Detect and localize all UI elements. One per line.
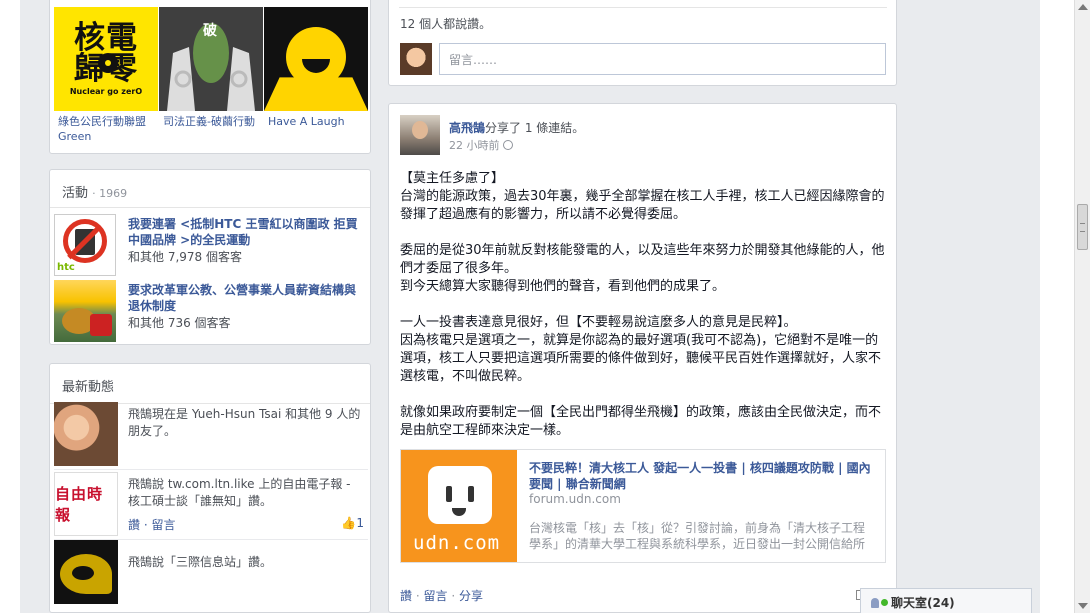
scroll-up-icon[interactable] [1078, 4, 1088, 10]
laugh-logo [264, 7, 368, 111]
event-row[interactable]: htc 我要連署 <抵制HTC 王雪紅以商圍政 拒買中國品牌 >的全民運動 和其… [54, 214, 366, 276]
svg-text:破: 破 [203, 22, 217, 39]
logo-subtext: Nuclear go zerO [69, 86, 143, 96]
page-label[interactable]: 綠色公民行動聯盟Green [54, 111, 158, 144]
post-paragraph: 一人一投書表達意見很好，但【不要輕易說這麼多人的意見是民粹】。 因為核電只是選項… [400, 315, 882, 384]
author-avatar[interactable] [400, 115, 440, 155]
event-title[interactable]: 我要連署 <抵制HTC 王雪紅以商圍政 拒買中國品牌 >的全民運動 [128, 216, 364, 248]
link-title[interactable]: 不要民粹！清大核工人 發起一人一投書 | 核四議題攻防戰 | 國內要聞 | 聯合… [529, 460, 873, 492]
ban-icon [63, 219, 107, 263]
post-verb: 分享了 1 條連結。 [485, 121, 585, 135]
event-sub: 和其他 736 個客客 [128, 316, 231, 330]
post-actions: 讚 · 留言 · 分享 [400, 589, 483, 603]
radiation-icon [98, 53, 118, 73]
friend-photo[interactable] [54, 402, 118, 466]
pension-reform-image [54, 280, 116, 342]
likes-summary[interactable]: 12 個人都說讚。 [400, 15, 491, 32]
like-button[interactable]: 讚 [400, 589, 412, 603]
online-dot-icon [881, 599, 888, 606]
activity-item[interactable]: 飛鵠說「三際信息站」讚。 [54, 540, 368, 612]
page-tile-green-citizens[interactable]: 核電 歸零 Nuclear go zerO 綠色公民行動聯盟Green [54, 7, 158, 144]
comment-input[interactable]: 留言…… [439, 43, 886, 75]
nuclear-zero-logo: 核電 歸零 Nuclear go zerO [54, 7, 158, 111]
avatar[interactable] [400, 43, 432, 75]
info-station-logo[interactable] [54, 540, 118, 604]
page-label[interactable]: Have A Laugh [264, 111, 368, 129]
globe-icon[interactable] [502, 140, 513, 150]
page-tile-justice[interactable]: 破 司法正義-破繭行動 [159, 7, 263, 129]
comment-button[interactable]: 留言 [423, 589, 447, 603]
thumbs-up-icon: 👍 [341, 516, 357, 530]
chat-bar[interactable]: 聊天室(24) [860, 588, 1032, 613]
scroll-thumb[interactable] [1077, 204, 1088, 250]
comment-placeholder: 留言…… [449, 53, 498, 67]
udn-logo-text: udn.com [413, 532, 501, 554]
events-header: 活動 · 1969 [50, 170, 370, 208]
udn-thumbnail[interactable]: udn.com [401, 450, 517, 562]
post-text: 【莫主任多慮了】 台灣的能源政策，過去30年裏，幾乎全部掌握在核工人手裡，核工人… [400, 170, 888, 458]
post-header: 高飛鵠分享了 1 條連結。 22 小時前 [449, 120, 584, 154]
activity-item[interactable]: 自由時報 飛鵠說 tw.com.ltn.like 上的自由電子報 - 核工碩士談… [54, 472, 368, 540]
activity-text: 飛鵠現在是 Yueh-Hsun Tsai 和其他 9 人的朋友了。 [128, 407, 361, 438]
tag-icon [90, 314, 112, 336]
events-count: · 1969 [92, 187, 128, 200]
scrollbar[interactable] [1074, 0, 1090, 613]
link-domain: forum.udn.com [529, 492, 621, 506]
like-count[interactable]: 👍1 [341, 516, 364, 530]
event-row[interactable]: 要求改革軍公教、公營事業人員薪資結構與退休制度 和其他 736 個客客 [54, 280, 366, 342]
post-paragraph: 委屈的是從30年前就反對核能發電的人，以及這些年來努力於開發其他綠能的人，他們才… [400, 243, 885, 294]
share-button[interactable]: 分享 [459, 589, 483, 603]
recent-activity-card: 最新動態 飛鵠現在是 Yueh-Hsun Tsai 和其他 9 人的朋友了。 自… [49, 363, 371, 613]
bird-icon [60, 554, 112, 594]
divider [399, 7, 887, 8]
link-preview[interactable]: udn.com 不要民粹！清大核工人 發起一人一投書 | 核四議題攻防戰 | 國… [400, 449, 886, 563]
activity-text: 飛鵠說「三際信息站」讚。 [128, 555, 273, 569]
activity-text: 飛鵠說 tw.com.ltn.like 上的自由電子報 - 核工碩士談「誰無知」… [128, 477, 351, 508]
page-label[interactable]: 司法正義-破繭行動 [159, 111, 263, 129]
logo-text: 自由時報 [55, 485, 104, 524]
person-icon [871, 598, 879, 608]
activity-item[interactable]: 飛鵠現在是 Yueh-Hsun Tsai 和其他 9 人的朋友了。 [54, 402, 368, 470]
chat-label: 聊天室(24) [891, 596, 955, 610]
events-card: 活動 · 1969 htc 我要連署 <抵制HTC 王雪紅以商圍政 拒買中國品牌… [49, 169, 371, 345]
event-sub: 和其他 7,978 個客客 [128, 250, 242, 264]
scroll-down-icon[interactable] [1078, 603, 1088, 609]
broken-chain-image: 破 [159, 7, 263, 111]
htc-logo-text: htc [57, 262, 75, 273]
liberty-times-logo[interactable]: 自由時報 [54, 472, 118, 536]
post-paragraph: 就像如果政府要制定一個【全民出門都得坐飛機】的政策，應該由全民做決定，而不是由航… [400, 405, 882, 438]
activity-title: 最新動態 [50, 364, 370, 404]
left-margin [0, 0, 20, 613]
like-count-value: 1 [356, 516, 364, 530]
event-title[interactable]: 要求改革軍公教、公營事業人員薪資結構與退休制度 [128, 282, 364, 314]
smiley-icon [286, 27, 346, 87]
plug-face-icon [428, 466, 492, 524]
post-timestamp[interactable]: 22 小時前 [449, 139, 500, 152]
events-title[interactable]: 活動 [62, 186, 88, 201]
liked-pages-card: 核電 歸零 Nuclear go zerO 綠色公民行動聯盟Green 破 司法… [49, 0, 371, 154]
post-paragraph: 【莫主任多慮了】 台灣的能源政策，過去30年裏，幾乎全部掌握在核工人手裡，核工人… [400, 171, 885, 222]
link-description: 台灣核電「核」去「核」從？引發討論，前身為「清大核子工程學系」的清華大學工程與系… [529, 521, 866, 551]
page-tile-have-a-laugh[interactable]: Have A Laugh [264, 7, 368, 129]
author-name[interactable]: 高飛鵠 [449, 121, 485, 135]
boycott-htc-image: htc [54, 214, 116, 276]
like-comment-links[interactable]: 讚 · 留言 [128, 516, 175, 533]
shared-link-post: 高飛鵠分享了 1 條連結。 22 小時前 【莫主任多慮了】 台灣的能源政策，過去… [388, 103, 897, 613]
right-margin [1040, 0, 1074, 613]
previous-post-comments: 12 個人都說讚。 留言…… [388, 0, 897, 86]
chain-fists-icon: 破 [159, 7, 263, 111]
